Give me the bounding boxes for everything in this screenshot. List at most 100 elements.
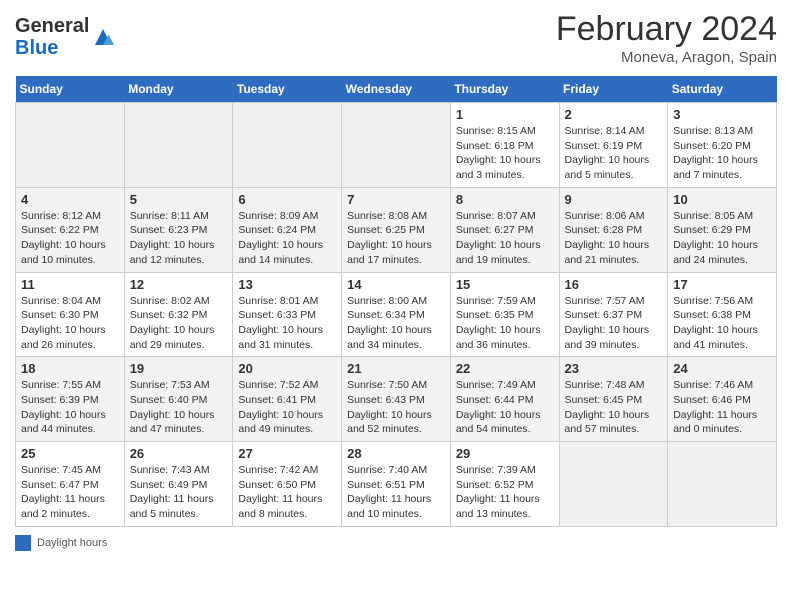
logo-text: General Blue bbox=[15, 15, 89, 59]
day-number: 17 bbox=[673, 277, 771, 292]
calendar-cell bbox=[16, 103, 125, 188]
day-number: 6 bbox=[238, 192, 336, 207]
calendar-cell: 23 Sunrise: 7:48 AMSunset: 6:45 PMDayligh… bbox=[559, 357, 668, 442]
day-number: 8 bbox=[456, 192, 554, 207]
day-info: Sunrise: 8:05 AMSunset: 6:29 PMDaylight:… bbox=[673, 209, 771, 268]
logo-general: General bbox=[15, 15, 89, 37]
calendar-cell bbox=[668, 442, 777, 527]
day-info: Sunrise: 8:13 AMSunset: 6:20 PMDaylight:… bbox=[673, 124, 771, 183]
calendar-week-row: 1Sunrise: 8:15 AMSunset: 6:18 PMDaylight… bbox=[16, 103, 777, 188]
calendar-cell: 15 Sunrise: 7:59 AMSunset: 6:35 PMDayligh… bbox=[450, 272, 559, 357]
calendar-table: SundayMondayTuesdayWednesdayThursdayFrid… bbox=[15, 76, 777, 527]
calendar-cell: 10 Sunrise: 8:05 AMSunset: 6:29 PMDayligh… bbox=[668, 187, 777, 272]
day-number: 3 bbox=[673, 107, 771, 122]
day-number: 9 bbox=[565, 192, 663, 207]
day-number: 23 bbox=[565, 361, 663, 376]
day-number: 15 bbox=[456, 277, 554, 292]
header: General Blue February 2024 Moneva, Arago… bbox=[15, 10, 777, 66]
day-number: 10 bbox=[673, 192, 771, 207]
day-number: 5 bbox=[130, 192, 228, 207]
logo-blue: Blue bbox=[15, 37, 58, 59]
day-info: Sunrise: 8:07 AMSunset: 6:27 PMDaylight:… bbox=[456, 209, 554, 268]
calendar-cell: 21 Sunrise: 7:50 AMSunset: 6:43 PMDayligh… bbox=[342, 357, 451, 442]
calendar-cell: 5 Sunrise: 8:11 AMSunset: 6:23 PMDaylight… bbox=[124, 187, 233, 272]
calendar-cell: 16 Sunrise: 7:57 AMSunset: 6:37 PMDayligh… bbox=[559, 272, 668, 357]
calendar-cell: 19Sunrise: 7:53 AMSunset: 6:40 PMDayligh… bbox=[124, 357, 233, 442]
calendar-cell: 18Sunrise: 7:55 AMSunset: 6:39 PMDayligh… bbox=[16, 357, 125, 442]
day-number: 27 bbox=[238, 446, 336, 461]
weekday-header: Monday bbox=[124, 76, 233, 103]
calendar-cell: 1Sunrise: 8:15 AMSunset: 6:18 PMDaylight… bbox=[450, 103, 559, 188]
day-number: 12 bbox=[130, 277, 228, 292]
calendar-cell: 11Sunrise: 8:04 AMSunset: 6:30 PMDayligh… bbox=[16, 272, 125, 357]
day-info: Sunrise: 7:46 AMSunset: 6:46 PMDaylight:… bbox=[673, 378, 771, 437]
day-info: Sunrise: 7:59 AMSunset: 6:35 PMDaylight:… bbox=[456, 294, 554, 353]
weekday-header: Sunday bbox=[16, 76, 125, 103]
calendar-cell: 25 Sunrise: 7:45 AMSunset: 6:47 PMDayligh… bbox=[16, 442, 125, 527]
calendar-cell: 20Sunrise: 7:52 AMSunset: 6:41 PMDayligh… bbox=[233, 357, 342, 442]
day-info: Sunrise: 8:15 AMSunset: 6:18 PMDaylight:… bbox=[456, 124, 554, 183]
day-number: 24 bbox=[673, 361, 771, 376]
calendar-week-row: 4 Sunrise: 8:12 AMSunset: 6:22 PMDaylight… bbox=[16, 187, 777, 272]
main-title: February 2024 bbox=[556, 10, 777, 49]
day-info: Sunrise: 8:02 AMSunset: 6:32 PMDaylight:… bbox=[130, 294, 228, 353]
weekday-header-row: SundayMondayTuesdayWednesdayThursdayFrid… bbox=[16, 76, 777, 103]
day-info: Sunrise: 7:49 AMSunset: 6:44 PMDaylight:… bbox=[456, 378, 554, 437]
day-number: 22 bbox=[456, 361, 554, 376]
calendar-cell: 14 Sunrise: 8:00 AMSunset: 6:34 PMDayligh… bbox=[342, 272, 451, 357]
calendar-cell bbox=[342, 103, 451, 188]
day-info: Sunrise: 8:14 AMSunset: 6:19 PMDaylight:… bbox=[565, 124, 663, 183]
calendar-cell: 4 Sunrise: 8:12 AMSunset: 6:22 PMDaylight… bbox=[16, 187, 125, 272]
day-info: Sunrise: 8:11 AMSunset: 6:23 PMDaylight:… bbox=[130, 209, 228, 268]
calendar-week-row: 18Sunrise: 7:55 AMSunset: 6:39 PMDayligh… bbox=[16, 357, 777, 442]
day-number: 14 bbox=[347, 277, 445, 292]
subtitle: Moneva, Aragon, Spain bbox=[556, 49, 777, 66]
calendar-cell: 3 Sunrise: 8:13 AMSunset: 6:20 PMDaylight… bbox=[668, 103, 777, 188]
day-number: 16 bbox=[565, 277, 663, 292]
day-info: Sunrise: 7:55 AMSunset: 6:39 PMDaylight:… bbox=[21, 378, 119, 437]
calendar-cell: 29 Sunrise: 7:39 AMSunset: 6:52 PMDayligh… bbox=[450, 442, 559, 527]
day-info: Sunrise: 7:45 AMSunset: 6:47 PMDaylight:… bbox=[21, 463, 119, 522]
weekday-header: Friday bbox=[559, 76, 668, 103]
day-number: 7 bbox=[347, 192, 445, 207]
day-info: Sunrise: 7:43 AMSunset: 6:49 PMDaylight:… bbox=[130, 463, 228, 522]
day-number: 4 bbox=[21, 192, 119, 207]
title-area: February 2024 Moneva, Aragon, Spain bbox=[556, 10, 777, 66]
calendar-week-row: 25 Sunrise: 7:45 AMSunset: 6:47 PMDayligh… bbox=[16, 442, 777, 527]
day-info: Sunrise: 8:00 AMSunset: 6:34 PMDaylight:… bbox=[347, 294, 445, 353]
weekday-header: Thursday bbox=[450, 76, 559, 103]
day-info: Sunrise: 7:48 AMSunset: 6:45 PMDaylight:… bbox=[565, 378, 663, 437]
calendar-cell: 7Sunrise: 8:08 AMSunset: 6:25 PMDaylight… bbox=[342, 187, 451, 272]
calendar-cell: 13Sunrise: 8:01 AMSunset: 6:33 PMDayligh… bbox=[233, 272, 342, 357]
logo-icon bbox=[91, 25, 115, 49]
day-info: Sunrise: 7:40 AMSunset: 6:51 PMDaylight:… bbox=[347, 463, 445, 522]
calendar-cell: 28 Sunrise: 7:40 AMSunset: 6:51 PMDayligh… bbox=[342, 442, 451, 527]
weekday-header: Tuesday bbox=[233, 76, 342, 103]
calendar-cell: 8 Sunrise: 8:07 AMSunset: 6:27 PMDaylight… bbox=[450, 187, 559, 272]
calendar-cell: 2 Sunrise: 8:14 AMSunset: 6:19 PMDaylight… bbox=[559, 103, 668, 188]
calendar-cell: 27Sunrise: 7:42 AMSunset: 6:50 PMDayligh… bbox=[233, 442, 342, 527]
day-info: Sunrise: 8:01 AMSunset: 6:33 PMDaylight:… bbox=[238, 294, 336, 353]
calendar-week-row: 11Sunrise: 8:04 AMSunset: 6:30 PMDayligh… bbox=[16, 272, 777, 357]
day-info: Sunrise: 8:06 AMSunset: 6:28 PMDaylight:… bbox=[565, 209, 663, 268]
calendar-cell: 17 Sunrise: 7:56 AMSunset: 6:38 PMDayligh… bbox=[668, 272, 777, 357]
day-number: 20 bbox=[238, 361, 336, 376]
weekday-header: Saturday bbox=[668, 76, 777, 103]
calendar-cell bbox=[233, 103, 342, 188]
day-info: Sunrise: 7:39 AMSunset: 6:52 PMDaylight:… bbox=[456, 463, 554, 522]
calendar-cell: 24 Sunrise: 7:46 AMSunset: 6:46 PMDayligh… bbox=[668, 357, 777, 442]
day-info: Sunrise: 7:57 AMSunset: 6:37 PMDaylight:… bbox=[565, 294, 663, 353]
day-info: Sunrise: 7:56 AMSunset: 6:38 PMDaylight:… bbox=[673, 294, 771, 353]
day-number: 28 bbox=[347, 446, 445, 461]
day-info: Sunrise: 7:50 AMSunset: 6:43 PMDaylight:… bbox=[347, 378, 445, 437]
day-info: Sunrise: 8:12 AMSunset: 6:22 PMDaylight:… bbox=[21, 209, 119, 268]
day-number: 29 bbox=[456, 446, 554, 461]
day-info: Sunrise: 8:09 AMSunset: 6:24 PMDaylight:… bbox=[238, 209, 336, 268]
day-number: 25 bbox=[21, 446, 119, 461]
day-number: 21 bbox=[347, 361, 445, 376]
day-number: 2 bbox=[565, 107, 663, 122]
calendar-cell bbox=[559, 442, 668, 527]
day-info: Sunrise: 7:53 AMSunset: 6:40 PMDaylight:… bbox=[130, 378, 228, 437]
calendar-cell: 12 Sunrise: 8:02 AMSunset: 6:32 PMDayligh… bbox=[124, 272, 233, 357]
day-number: 26 bbox=[130, 446, 228, 461]
